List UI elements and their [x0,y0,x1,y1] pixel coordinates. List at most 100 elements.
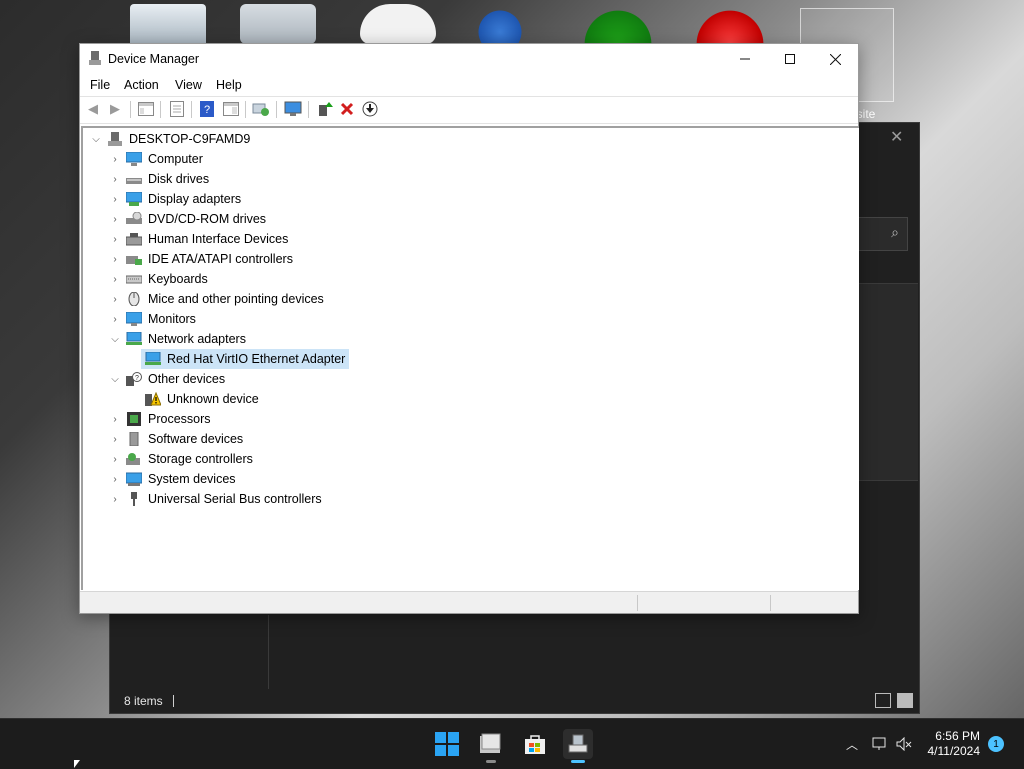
expand-chevron-icon[interactable]: › [108,214,122,225]
expand-chevron-icon[interactable]: › [108,454,122,465]
menu-view[interactable]: View [175,78,202,92]
tree-item-software-devices[interactable]: › Software devices [108,429,243,449]
tree-item-computer[interactable]: › Computer [108,149,203,169]
close-button[interactable] [812,44,858,74]
uninstall-device-button[interactable] [338,100,356,118]
menu-file[interactable]: File [90,78,110,92]
folder-icon[interactable] [240,4,316,44]
close-icon[interactable]: ✕ [890,127,903,147]
tree-item-disk-drives[interactable]: › Disk drives [108,169,209,189]
system-tray: ︿ [846,719,912,769]
back-button[interactable]: ◀ [84,100,102,118]
tree-item-system-devices[interactable]: › System devices [108,469,236,489]
menu-help[interactable]: Help [216,78,242,92]
update-driver-button[interactable] [284,100,302,118]
mouse-icon [128,292,140,306]
tree-item-label: Mice and other pointing devices [148,292,324,306]
storage-controller-icon [126,453,140,465]
taskbar-store[interactable] [520,729,550,759]
expand-chevron-icon[interactable]: › [108,434,122,445]
help-button[interactable]: ? [198,100,216,118]
properties-button[interactable] [168,100,186,118]
search-input[interactable]: ⌕ [858,217,908,251]
minimize-button[interactable] [722,44,768,74]
tree-item-unknown-device[interactable]: Unknown device [141,389,259,409]
forward-button[interactable]: ▶ [106,100,124,118]
recycle-bin-icon[interactable] [130,4,206,44]
taskbar-file-explorer[interactable] [476,729,506,763]
tree-item-ide-controllers[interactable]: › IDE ATA/ATAPI controllers [108,249,293,269]
console-tree-icon [138,102,154,116]
clock-time: 6:56 PM [935,729,980,743]
device-manager-app-icon [89,51,101,65]
display-adapter-icon [126,192,142,206]
expand-chevron-icon[interactable]: › [108,254,122,265]
pane-divider [268,615,269,689]
expand-chevron-icon[interactable]: › [108,154,122,165]
tree-item-display-adapters[interactable]: › Display adapters [108,189,241,209]
expand-chevron-icon[interactable]: › [108,474,122,485]
device-manager-window[interactable]: Device Manager File Action View Help ◀ ▶… [79,43,859,614]
back-arrow-icon: ◀ [88,101,98,116]
expand-chevron-icon[interactable]: › [108,314,122,325]
red-x-icon [340,102,354,116]
device-tree[interactable]: ⌵ DESKTOP-C9FAMD9 › Computer › Disk driv… [81,126,859,590]
search-icon: ⌕ [891,224,899,240]
start-button[interactable] [432,729,462,759]
show-hidden-icons-chevron-icon[interactable]: ︿ [846,736,858,753]
software-device-icon [129,432,139,446]
maximize-button[interactable] [767,44,813,74]
tree-item-processors[interactable]: › Processors [108,409,211,429]
clock[interactable]: 6:56 PM 4/11/2024 [928,729,981,759]
svg-text:?: ? [204,104,210,116]
expand-chevron-icon[interactable]: › [108,234,122,245]
expand-chevron-icon[interactable]: › [108,294,122,305]
menu-action[interactable]: Action [124,78,159,92]
tree-item-storage-controllers[interactable]: › Storage controllers [108,449,253,469]
gamepad-icon[interactable] [360,4,436,44]
expand-chevron-icon[interactable]: › [108,194,122,205]
enable-device-button[interactable] [316,100,334,118]
network-adapter-icon [145,352,161,365]
taskbar-device-manager[interactable] [563,729,593,763]
expand-chevron-icon[interactable]: › [108,494,122,505]
volume-muted-icon[interactable] [896,737,912,751]
tree-item-monitors[interactable]: › Monitors [108,309,196,329]
tree-item-mice[interactable]: › Mice and other pointing devices [108,289,324,309]
toolbar-separator [308,101,309,118]
tree-item-hid[interactable]: › Human Interface Devices [108,229,288,249]
tree-item-dvd-drives[interactable]: › DVD/CD-ROM drives [108,209,266,229]
tree-item-label: Storage controllers [148,452,253,466]
tree-item-network-adapters[interactable]: ⌵ Network adapters [108,329,246,349]
collapse-chevron-icon[interactable]: ⌵ [89,134,103,145]
scan-hardware-button[interactable] [252,100,270,118]
expand-chevron-icon[interactable]: › [108,174,122,185]
window-title: Device Manager [108,52,200,66]
tree-item-label: Human Interface Devices [148,232,289,246]
tree-item-other-devices[interactable]: ⌵ ? Other devices [108,369,225,389]
tiles-view-icon[interactable] [897,693,913,708]
taskbar: ︿ 6:56 PM 4/11/2024 1 [0,718,1024,769]
details-view-icon[interactable] [875,693,891,708]
disable-device-button[interactable] [361,100,379,118]
title-bar[interactable]: Device Manager [80,44,858,74]
notification-badge[interactable]: 1 [988,736,1004,752]
tree-item-keyboards[interactable]: › Keyboards [108,269,207,289]
network-icon[interactable] [872,737,888,751]
usb-icon [131,492,137,506]
collapse-chevron-icon[interactable]: ⌵ [108,374,122,385]
tree-item-usb-controllers[interactable]: › Universal Serial Bus controllers [108,489,322,509]
red-app-icon[interactable] [692,4,768,44]
tree-item-virtio-adapter[interactable]: Red Hat VirtIO Ethernet Adapter [141,349,350,369]
tree-item-label: Unknown device [167,392,259,406]
tree-root[interactable]: ⌵ DESKTOP-C9FAMD9 [89,129,250,149]
expand-chevron-icon[interactable]: › [108,274,122,285]
monitor-update-icon [284,101,302,116]
collapse-chevron-icon[interactable]: ⌵ [108,334,122,345]
windows-logo-icon [435,732,459,756]
expand-chevron-icon[interactable]: › [108,414,122,425]
xbox-icon[interactable] [580,4,656,44]
steam-icon[interactable] [462,4,538,44]
show-hide-tree-button[interactable] [137,100,155,118]
action-pane-button[interactable] [222,100,240,118]
